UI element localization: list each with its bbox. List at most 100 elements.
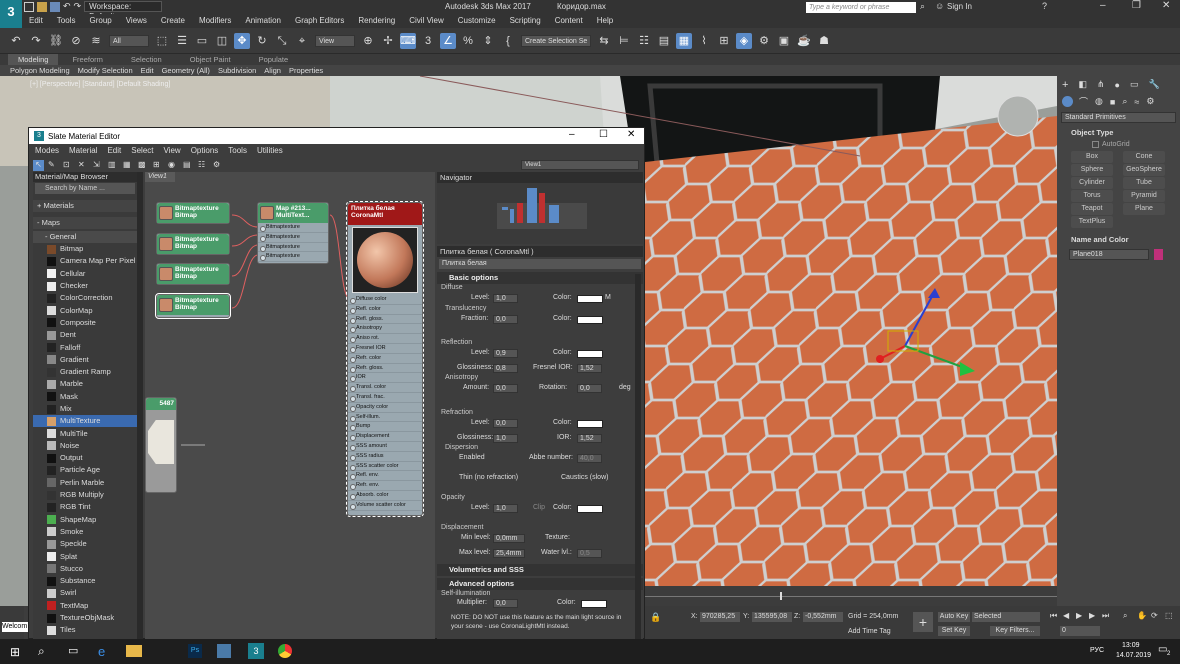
clock-date[interactable]: 14.07.2019 [1116,652,1151,659]
self-illum-color-swatch[interactable] [581,600,607,608]
map-item-bitmap[interactable]: Bitmap [33,243,137,255]
material-slot[interactable]: Bump [348,422,422,433]
ribbon-polygon-modeling[interactable]: Polygon Modeling [6,66,74,75]
motion-tab-icon[interactable]: ● [1115,80,1120,90]
slate-maximize-icon[interactable]: ☐ [599,129,608,140]
menu-tools[interactable]: Tools [50,14,83,28]
ribbon-tab-object-paint[interactable]: Object Paint [176,54,245,65]
help-icon[interactable]: ? [1042,1,1047,11]
window-crossing-icon[interactable]: ◫ [214,33,230,49]
water-level-field[interactable]: 0,5 [577,549,602,558]
redo-icon[interactable]: ↷ [28,33,44,49]
menu-customize[interactable]: Customize [451,14,503,28]
app-logo-icon[interactable]: 3 [0,0,22,28]
slate-menu-material[interactable]: Material [64,145,102,157]
ribbon-subdivision[interactable]: Subdivision [214,66,260,75]
search-taskbar-icon[interactable]: ⌕ [38,644,45,659]
ribbon-icon[interactable]: ▦ [676,32,692,49]
place-icon[interactable]: ⌖ [294,33,310,49]
map-item-output[interactable]: Output [33,452,137,464]
open-icon[interactable] [37,1,47,12]
menu-create[interactable]: Create [154,14,192,28]
slate-menu-utilities[interactable]: Utilities [252,145,288,157]
fraction-field[interactable]: 0,0 [493,315,518,324]
goto-end-icon[interactable]: ⏭ [1102,611,1109,621]
select-object-icon[interactable]: ⬚ [154,33,170,49]
named-sets-icon[interactable]: { [500,33,516,49]
menu-graph-editors[interactable]: Graph Editors [288,14,351,28]
add-time-tag[interactable]: Add Time Tag [848,628,891,635]
pivot-icon[interactable]: ⊕ [360,33,376,49]
material-slot[interactable]: Fresnel IOR [348,344,422,354]
ref-coord-dropdown[interactable]: View [315,34,355,47]
layer-explorer-icon[interactable]: ▤ [656,33,672,49]
menu-civil-view[interactable]: Civil View [402,14,451,28]
ribbon-edit[interactable]: Edit [137,66,158,75]
map-item-speckle[interactable]: Speckle [33,538,137,550]
ribbon-align[interactable]: Align [260,66,285,75]
max-level-field[interactable]: 25,4mm [493,549,525,558]
save-icon[interactable] [50,1,60,12]
selected-dropdown[interactable]: Selected [972,612,1040,622]
bitmap-node-1[interactable]: Bitmaptexture Bitmap [156,202,230,224]
map-item-tiles[interactable]: Tiles [33,624,137,636]
box-button[interactable]: Box [1071,151,1113,163]
image-viewer-icon[interactable] [217,644,231,658]
keyboard-shortcut-icon[interactable]: ⌨ [400,32,416,49]
map-item-multitile[interactable]: MultiTile [33,427,137,439]
menu-rendering[interactable]: Rendering [351,14,402,28]
opacity-color-swatch[interactable] [577,505,603,513]
map-item-smoke[interactable]: Smoke [33,526,137,538]
settings-icon[interactable]: ⚙ [213,160,224,171]
materials-section[interactable]: + Materials [33,200,137,212]
browser-scrollbar[interactable] [137,172,143,640]
menu-modifiers[interactable]: Modifiers [192,14,238,28]
menu-edit[interactable]: Edit [22,14,50,28]
slate-menu-view[interactable]: View [159,145,186,157]
multitexture-node[interactable]: Map #213... MultiText... Bitmaptexture Bi… [257,202,329,264]
textplus-button[interactable]: TextPlus [1071,216,1113,228]
autogrid-checkbox[interactable] [1092,140,1099,148]
select-by-name-icon[interactable]: ☰ [174,33,190,49]
percent-snap-icon[interactable]: % [460,33,476,49]
key-filters-button[interactable]: Key Filters... [990,626,1040,636]
map-item-cellular[interactable]: Cellular [33,268,137,280]
explorer-icon[interactable] [126,645,142,657]
ribbon-tab-populate[interactable]: Populate [245,54,303,65]
move-icon[interactable]: ✥ [234,32,250,49]
name-color-header[interactable]: Name and Color [1057,234,1180,246]
key-mode-icon[interactable]: + [913,612,933,632]
ior-field[interactable]: 1,52 [577,434,602,443]
hierarchy-tab-icon[interactable]: ⋔ [1097,79,1105,90]
delete-icon[interactable]: ✕ [78,160,89,171]
slate-minimize-icon[interactable]: – [569,129,575,140]
refr-gloss-field[interactable]: 1,0 [493,434,518,443]
caustics-checkbox[interactable]: Caustics (slow) [561,474,608,481]
map-item-checker[interactable]: Checker [33,280,137,292]
render-setup-icon[interactable]: ⚙ [756,33,772,49]
bind-space-warp-icon[interactable]: ≋ [88,33,104,49]
ribbon-tab-modeling[interactable]: Modeling [8,54,59,65]
multitexture-slot[interactable]: Bitmaptexture [258,233,328,243]
show-background-icon[interactable]: ▩ [138,160,149,171]
maximize-viewport-icon[interactable]: ⬚ [1165,611,1173,620]
material-slot[interactable]: Absorb. color [348,491,422,501]
map-item-mask[interactable]: Mask [33,391,137,403]
opacity-level-field[interactable]: 1,0 [493,504,518,513]
clock-time[interactable]: 13:09 [1122,642,1140,649]
cone-button[interactable]: Cone [1123,151,1165,163]
menu-scripting[interactable]: Scripting [503,14,548,28]
refl-level-field[interactable]: 0,9 [493,349,518,358]
unlink-icon[interactable]: ⊘ [68,33,84,49]
windows-start-icon[interactable]: ⊞ [10,645,20,659]
select-manipulate-icon[interactable]: ✢ [380,33,396,49]
play-icon[interactable]: ▶ [1076,611,1082,620]
map-item-substance[interactable]: Substance [33,575,137,587]
thin-checkbox[interactable]: Thin (no refraction) [459,474,518,481]
teapot-button[interactable]: Teapot [1071,203,1113,215]
map-item-noise[interactable]: Noise [33,440,137,452]
map-item-gradient-ramp[interactable]: Gradient Ramp [33,366,137,378]
pyramid-button[interactable]: Pyramid [1123,190,1165,202]
tube-button[interactable]: Tube [1123,177,1165,189]
geometry-icon[interactable] [1062,96,1073,107]
